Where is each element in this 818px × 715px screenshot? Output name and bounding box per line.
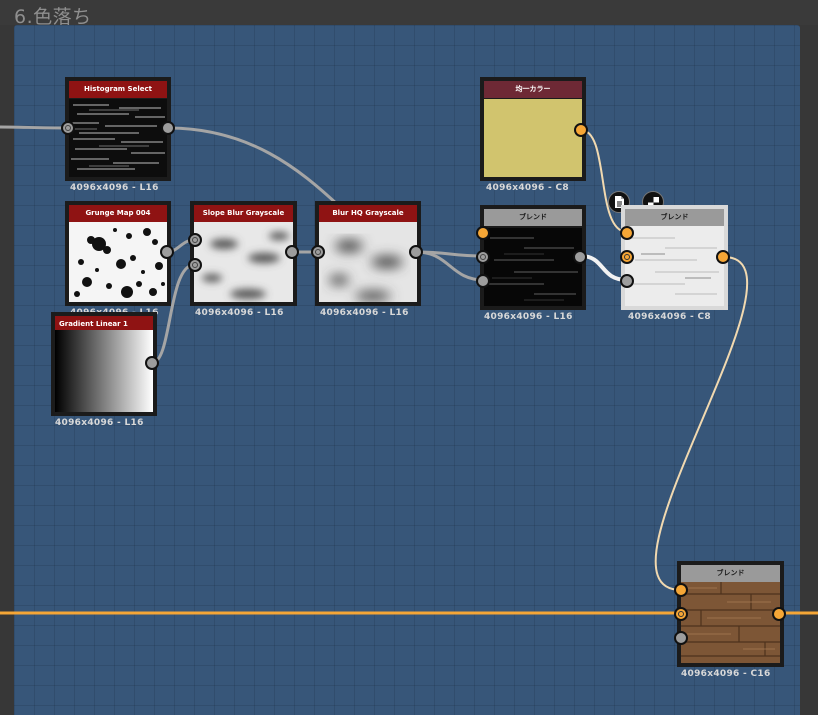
input-socket[interactable] (674, 631, 688, 645)
node-title: Histogram Select (69, 81, 167, 98)
node-grunge-map[interactable]: Grunge Map 004 (65, 201, 171, 306)
input-socket[interactable] (476, 250, 490, 264)
node-title: ブレンド (625, 209, 724, 226)
output-socket[interactable] (145, 356, 159, 370)
output-socket[interactable] (409, 245, 423, 259)
input-socket[interactable] (476, 274, 490, 288)
thumbnail-wood (681, 582, 780, 663)
input-socket[interactable] (188, 233, 202, 247)
resolution-label: 4096x4096 - C8 (628, 312, 711, 322)
thumbnail-blend-2 (625, 226, 724, 306)
input-socket[interactable] (476, 226, 490, 240)
node-slope-blur[interactable]: Slope Blur Grayscale (190, 201, 297, 306)
resolution-label: 4096x4096 - L16 (55, 418, 144, 428)
node-histogram-select[interactable]: Histogram Select (65, 77, 171, 181)
input-socket[interactable] (674, 607, 688, 621)
node-title: Slope Blur Grayscale (194, 205, 293, 222)
thumbnail-histogram (69, 99, 167, 177)
resolution-label: 4096x4096 - L16 (70, 183, 159, 193)
node-blend-2[interactable]: ブレンド (621, 205, 728, 310)
output-socket[interactable] (160, 245, 174, 259)
thumbnail-color-swatch (484, 99, 582, 177)
output-socket[interactable] (285, 245, 299, 259)
thumbnail-gradient (55, 330, 153, 412)
node-title: ブレンド (484, 209, 582, 226)
output-socket[interactable] (574, 123, 588, 137)
resolution-label: 4096x4096 - C8 (486, 183, 569, 193)
input-socket[interactable] (311, 245, 325, 259)
node-blur-hq[interactable]: Blur HQ Grayscale (315, 201, 421, 306)
node-gradient-linear[interactable]: Gradient Linear 1 (51, 312, 157, 416)
thumbnail-slope-blur (194, 222, 293, 302)
input-socket[interactable] (188, 258, 202, 272)
output-socket[interactable] (772, 607, 786, 621)
resolution-label: 4096x4096 - L16 (320, 308, 409, 318)
input-socket[interactable] (620, 250, 634, 264)
input-socket[interactable] (674, 583, 688, 597)
output-socket[interactable] (573, 250, 587, 264)
output-socket[interactable] (161, 121, 175, 135)
node-title: ブレンド (681, 565, 780, 582)
node-title: 均一カラー (484, 81, 582, 98)
thumbnail-blur-hq (319, 222, 417, 302)
node-uniform-color[interactable]: 均一カラー (480, 77, 586, 181)
resolution-label: 4096x4096 - L16 (484, 312, 573, 322)
link-in-histogram (0, 125, 69, 130)
thumbnail-blend-1 (484, 228, 582, 306)
input-socket[interactable] (620, 274, 634, 288)
input-socket[interactable] (620, 226, 634, 240)
output-socket[interactable] (716, 250, 730, 264)
thumbnail-grunge (69, 222, 167, 302)
resolution-label: 4096x4096 - C16 (681, 669, 771, 679)
node-title: Blur HQ Grayscale (319, 205, 417, 222)
node-blend-1[interactable]: ブレンド (480, 205, 586, 310)
node-blend-3[interactable]: ブレンド (677, 561, 784, 667)
link-histogram-blurhq (167, 126, 340, 207)
resolution-label: 4096x4096 - L16 (195, 308, 284, 318)
input-socket[interactable] (61, 121, 75, 135)
node-title: Grunge Map 004 (69, 205, 167, 222)
